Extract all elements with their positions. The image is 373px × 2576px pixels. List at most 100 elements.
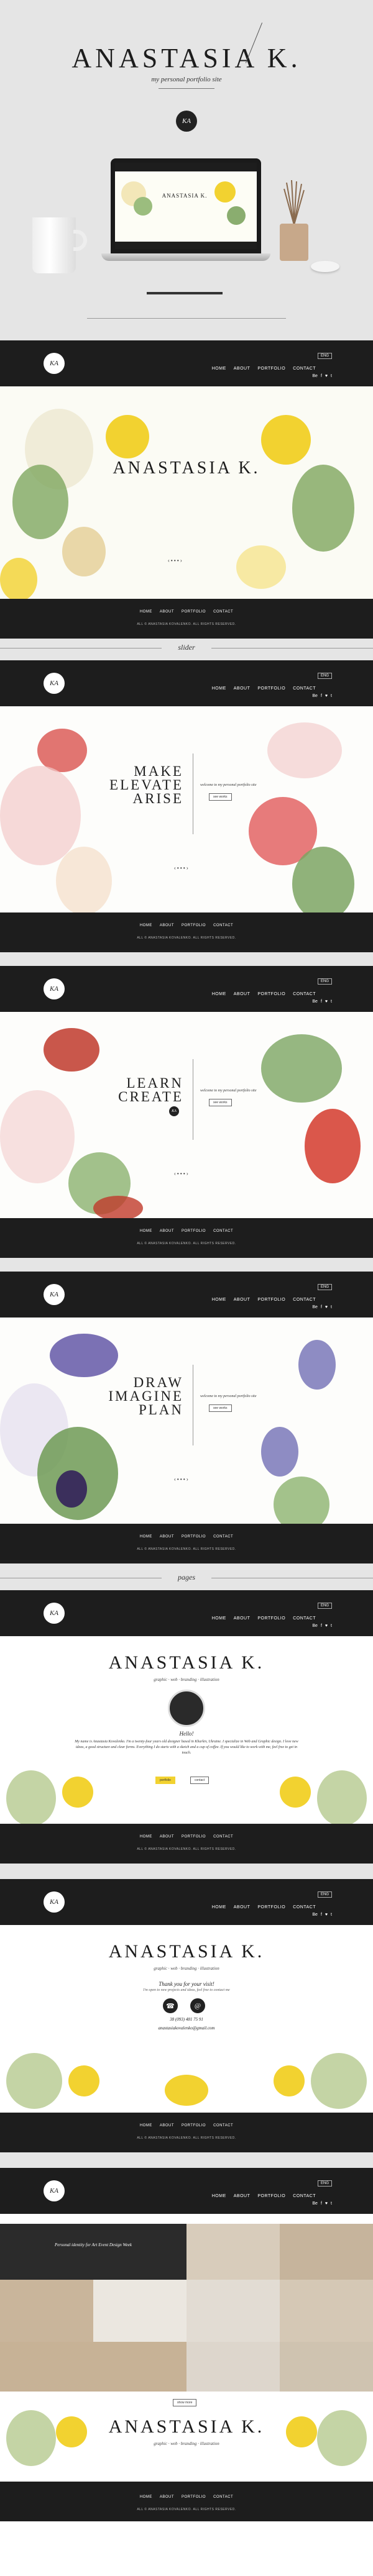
twitter-icon[interactable]: t xyxy=(331,1624,332,1628)
heart-icon[interactable]: ♥ xyxy=(325,2201,328,2206)
nav-logo[interactable]: KA xyxy=(44,353,65,374)
contact-button[interactable]: contact xyxy=(190,1777,210,1784)
footer-link-about[interactable]: ABOUT xyxy=(160,1535,174,1539)
nav-logo[interactable]: KA xyxy=(44,1284,65,1305)
footer-link-portfolio[interactable]: PORTFOLIO xyxy=(182,1229,206,1233)
nav-link-portfolio[interactable]: PORTFOLIO xyxy=(257,686,285,691)
portfolio-tile[interactable] xyxy=(186,2342,280,2392)
footer-link-about[interactable]: ABOUT xyxy=(160,2124,174,2128)
facebook-icon[interactable]: f xyxy=(321,2201,322,2206)
mail-icon[interactable]: @ xyxy=(190,1998,205,2013)
contact-phone[interactable]: 38 (093) 481 75 91 xyxy=(0,2017,373,2022)
twitter-icon[interactable]: t xyxy=(331,1913,332,1917)
slider-dots[interactable]: ‹ • • • › xyxy=(174,1477,188,1482)
twitter-icon[interactable]: t xyxy=(331,999,332,1004)
heart-icon[interactable]: ♥ xyxy=(325,999,328,1004)
behance-icon[interactable]: Be xyxy=(312,694,318,698)
nav-link-contact[interactable]: CONTACT xyxy=(293,992,316,996)
nav-link-about[interactable]: ABOUT xyxy=(234,1616,251,1621)
facebook-icon[interactable]: f xyxy=(321,999,322,1004)
nav-link-contact[interactable]: CONTACT xyxy=(293,1298,316,1302)
see-works-button[interactable]: see works xyxy=(209,1404,232,1412)
footer-link-portfolio[interactable]: PORTFOLIO xyxy=(182,2495,206,2499)
portfolio-tile[interactable] xyxy=(186,2280,280,2342)
facebook-icon[interactable]: f xyxy=(321,374,322,378)
nav-link-portfolio[interactable]: PORTFOLIO xyxy=(257,366,285,371)
nav-link-about[interactable]: ABOUT xyxy=(234,686,251,691)
behance-icon[interactable]: Be xyxy=(312,1913,318,1917)
language-switch[interactable]: ENG xyxy=(317,1603,332,1609)
behance-icon[interactable]: Be xyxy=(312,1624,318,1628)
footer-link-about[interactable]: ABOUT xyxy=(160,1835,174,1839)
see-works-button[interactable]: see works xyxy=(209,1099,232,1106)
footer-link-home[interactable]: HOME xyxy=(140,924,152,927)
heart-icon[interactable]: ♥ xyxy=(325,1913,328,1917)
nav-link-home[interactable]: HOME xyxy=(212,366,226,371)
slider-dots[interactable]: ‹ • • • › xyxy=(168,558,182,563)
nav-logo[interactable]: KA xyxy=(44,673,65,694)
portfolio-tile[interactable] xyxy=(280,2342,373,2392)
footer-link-contact[interactable]: CONTACT xyxy=(213,2124,233,2128)
contact-email[interactable]: anastasiakovalenko@gmail.com xyxy=(0,2026,373,2031)
footer-link-contact[interactable]: CONTACT xyxy=(213,1535,233,1539)
language-switch[interactable]: ENG xyxy=(317,2180,332,2187)
portfolio-tile[interactable]: Personal identity for Art Event Design W… xyxy=(0,2224,186,2280)
footer-link-contact[interactable]: CONTACT xyxy=(213,924,233,927)
nav-link-contact[interactable]: CONTACT xyxy=(293,2194,316,2198)
footer-link-contact[interactable]: CONTACT xyxy=(213,1229,233,1233)
footer-link-about[interactable]: ABOUT xyxy=(160,1229,174,1233)
nav-link-contact[interactable]: CONTACT xyxy=(293,1616,316,1621)
nav-link-home[interactable]: HOME xyxy=(212,686,226,691)
see-works-button[interactable]: see works xyxy=(209,793,232,801)
nav-link-home[interactable]: HOME xyxy=(212,992,226,996)
nav-link-about[interactable]: ABOUT xyxy=(234,366,251,371)
nav-link-portfolio[interactable]: PORTFOLIO xyxy=(257,992,285,996)
nav-link-portfolio[interactable]: PORTFOLIO xyxy=(257,1298,285,1302)
footer-link-portfolio[interactable]: PORTFOLIO xyxy=(182,610,206,614)
nav-link-portfolio[interactable]: PORTFOLIO xyxy=(257,1905,285,1909)
nav-link-about[interactable]: ABOUT xyxy=(234,992,251,996)
footer-link-about[interactable]: ABOUT xyxy=(160,924,174,927)
nav-link-home[interactable]: HOME xyxy=(212,2194,226,2198)
footer-link-about[interactable]: ABOUT xyxy=(160,2495,174,2499)
footer-link-portfolio[interactable]: PORTFOLIO xyxy=(182,1835,206,1839)
heart-icon[interactable]: ♥ xyxy=(325,374,328,378)
twitter-icon[interactable]: t xyxy=(331,694,332,698)
facebook-icon[interactable]: f xyxy=(321,694,322,698)
portfolio-tile[interactable] xyxy=(93,2280,186,2342)
slider-dots[interactable]: ‹ • • • › xyxy=(174,1171,188,1176)
nav-link-home[interactable]: HOME xyxy=(212,1616,226,1621)
nav-link-home[interactable]: HOME xyxy=(212,1298,226,1302)
nav-logo[interactable]: KA xyxy=(44,1603,65,1624)
nav-link-contact[interactable]: CONTACT xyxy=(293,686,316,691)
behance-icon[interactable]: Be xyxy=(312,999,318,1004)
facebook-icon[interactable]: f xyxy=(321,1305,322,1309)
footer-link-home[interactable]: HOME xyxy=(140,2124,152,2128)
nav-link-contact[interactable]: CONTACT xyxy=(293,366,316,371)
phone-icon[interactable]: ☎ xyxy=(163,1998,178,2013)
heart-icon[interactable]: ♥ xyxy=(325,1305,328,1309)
facebook-icon[interactable]: f xyxy=(321,1913,322,1917)
footer-link-home[interactable]: HOME xyxy=(140,610,152,614)
nav-link-home[interactable]: HOME xyxy=(212,1905,226,1909)
nav-link-portfolio[interactable]: PORTFOLIO xyxy=(257,2194,285,2198)
nav-link-about[interactable]: ABOUT xyxy=(234,1298,251,1302)
portfolio-tile[interactable] xyxy=(0,2280,93,2342)
language-switch[interactable]: ENG xyxy=(317,353,332,359)
portfolio-tile[interactable] xyxy=(0,2342,186,2392)
footer-link-portfolio[interactable]: PORTFOLIO xyxy=(182,2124,206,2128)
show-more-button[interactable]: show more xyxy=(173,2399,197,2406)
footer-link-home[interactable]: HOME xyxy=(140,1835,152,1839)
nav-logo[interactable]: KA xyxy=(44,2180,65,2201)
behance-icon[interactable]: Be xyxy=(312,2201,318,2206)
heart-icon[interactable]: ♥ xyxy=(325,1624,328,1628)
footer-link-contact[interactable]: CONTACT xyxy=(213,610,233,614)
footer-link-home[interactable]: HOME xyxy=(140,1229,152,1233)
heart-icon[interactable]: ♥ xyxy=(325,694,328,698)
language-switch[interactable]: ENG xyxy=(317,1284,332,1290)
nav-link-contact[interactable]: CONTACT xyxy=(293,1905,316,1909)
footer-link-home[interactable]: HOME xyxy=(140,1535,152,1539)
footer-link-contact[interactable]: CONTACT xyxy=(213,1835,233,1839)
nav-link-about[interactable]: ABOUT xyxy=(234,1905,251,1909)
nav-logo[interactable]: KA xyxy=(44,1891,65,1913)
